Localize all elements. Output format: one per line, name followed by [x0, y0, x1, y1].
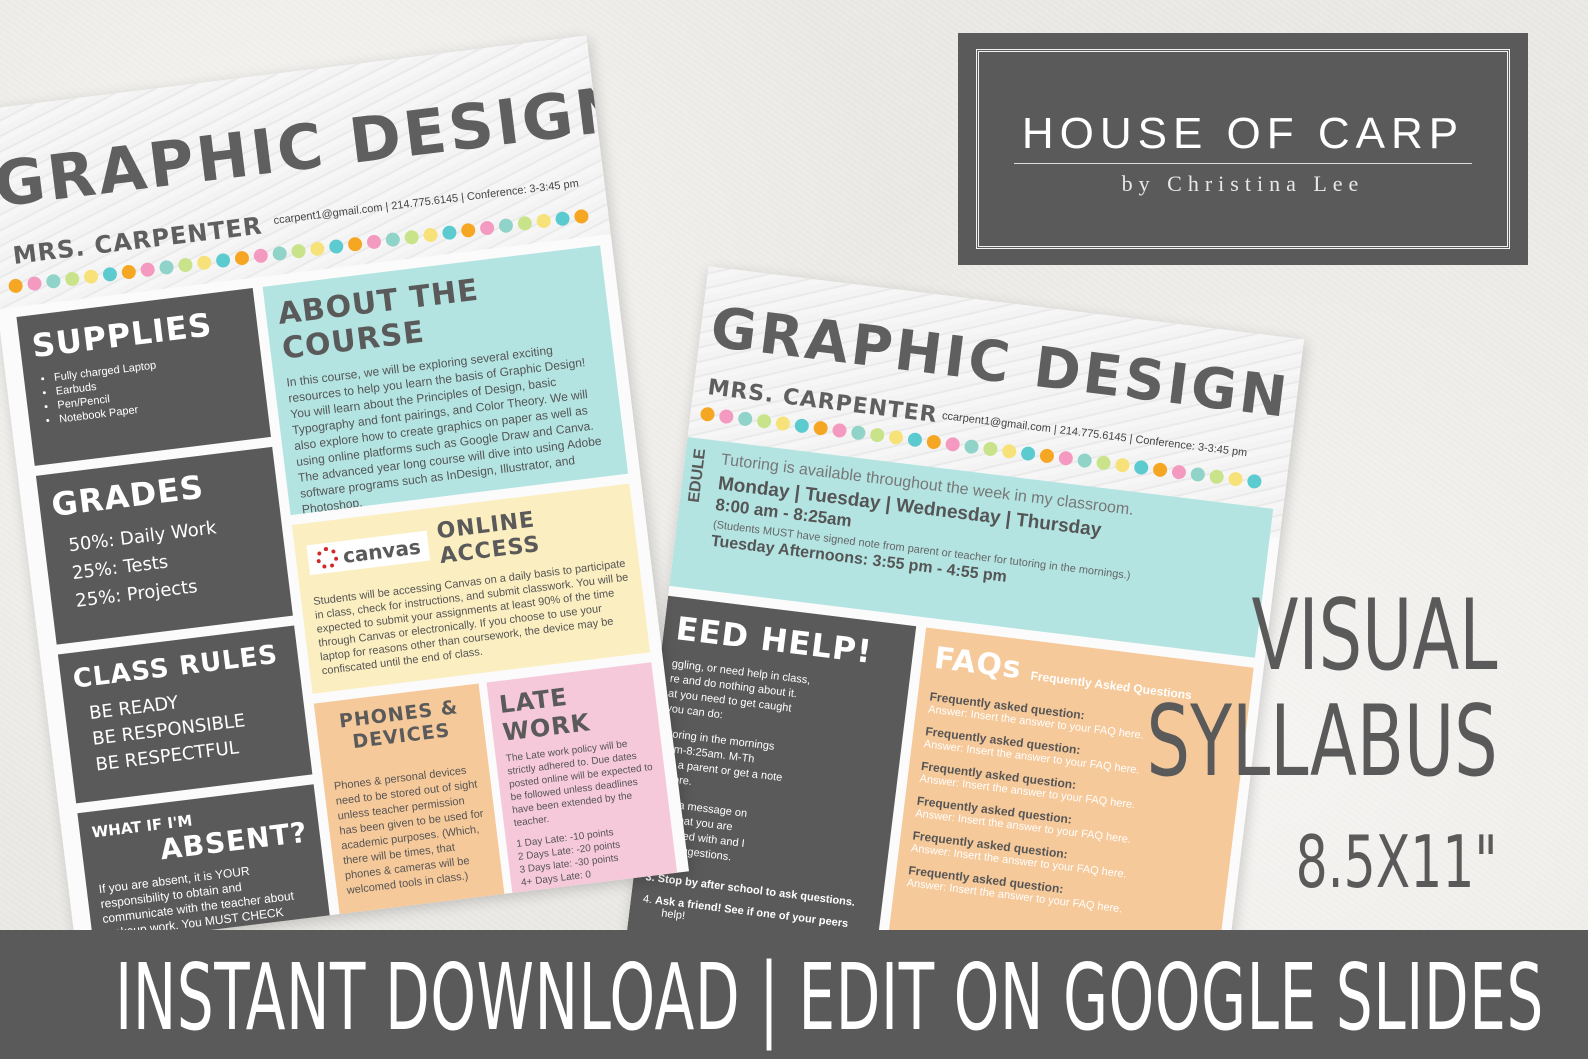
dot [1208, 468, 1225, 485]
dot [982, 441, 999, 457]
dot [1058, 450, 1074, 467]
dot [102, 266, 118, 283]
dot [963, 438, 980, 455]
dot [812, 420, 829, 436]
side-size: 8.5X11" [1296, 820, 1498, 904]
about-course-box: ABOUT THE COURSE In this course, we will… [262, 245, 629, 516]
dot [366, 234, 382, 250]
dot [422, 227, 439, 243]
bottom-banner: INSTANT DOWNLOAD | EDIT ON GOOGLE SLIDES [0, 930, 1588, 1059]
dot [793, 418, 810, 434]
dot [699, 406, 716, 423]
dot [121, 264, 137, 280]
late-body: The Late work policy will be strictly ad… [505, 738, 654, 830]
absent-box: WHAT IF I'M ABSENT? If you are absent, i… [77, 784, 336, 947]
canvas-icon [314, 545, 340, 571]
dot [756, 413, 772, 429]
dot [234, 250, 250, 266]
side-visual: VISUAL [1251, 579, 1498, 693]
schedule-tab: EDULE [685, 447, 710, 504]
dot [26, 275, 43, 292]
brand-byline: by Christina Lee [1121, 171, 1365, 196]
online-heading: ONLINE ACCESS [435, 507, 542, 570]
late-heading: LATE WORK [497, 682, 592, 747]
syllabus-page-front: GRAPHIC DESIGN MRS. CARPENTER ccarpent1@… [0, 35, 690, 947]
dot [944, 436, 961, 453]
dot [1133, 459, 1150, 476]
dot [7, 278, 24, 294]
about-body: In this course, we will be exploring sev… [285, 342, 603, 516]
dot [1227, 471, 1244, 487]
supplies-box: SUPPLIES Fully charged Laptop Earbuds Pe… [16, 288, 271, 466]
dot [64, 271, 81, 287]
dot [907, 431, 923, 448]
dot [460, 222, 477, 239]
dot [45, 273, 62, 290]
dot [1076, 452, 1093, 469]
dot [1152, 462, 1168, 478]
brand-divider [1014, 163, 1472, 164]
dot [385, 231, 401, 248]
class-rules-list: BE READY BE RESPONSIBLE BE RESPECTFUL [76, 677, 298, 780]
dot [328, 238, 345, 255]
dot [1190, 466, 1206, 483]
dot [869, 427, 886, 443]
dot [196, 254, 213, 271]
dot [850, 424, 867, 441]
dot [347, 236, 363, 253]
brand-name: HOUSE OF CARP [1021, 109, 1465, 158]
dot [479, 220, 495, 236]
dot [253, 247, 269, 264]
dot [1171, 464, 1187, 480]
brand-logo: HOUSE OF CARP by Christina Lee [958, 33, 1528, 265]
dot [1114, 457, 1131, 473]
dot [158, 259, 175, 276]
phones-heading: PHONES & DEVICES [337, 696, 460, 754]
dot [177, 257, 194, 273]
dot [1039, 448, 1055, 464]
class-rules-box: CLASS RULES BE READY BE RESPONSIBLE BE R… [57, 625, 313, 804]
dot [309, 241, 326, 257]
dot [888, 429, 904, 446]
grades-box: GRADES 50%: Daily Work 25%: Tests 25%: P… [35, 446, 293, 645]
dot [718, 408, 735, 425]
dot [1020, 445, 1036, 462]
dot [271, 245, 288, 262]
dot [83, 268, 99, 285]
dot [926, 434, 942, 450]
dot [573, 208, 590, 225]
dot [737, 411, 754, 427]
dot [498, 217, 514, 234]
dot [775, 415, 791, 432]
dot [139, 261, 156, 278]
dot [517, 215, 533, 232]
dot [215, 252, 231, 269]
grades-list: 50%: Daily Work 25%: Tests 25%: Projects [55, 508, 278, 617]
phones-box: PHONES & DEVICES Phones & personal devic… [313, 683, 511, 947]
dot [1095, 455, 1112, 471]
dot [831, 422, 848, 439]
faq-heading: FAQs [932, 640, 1024, 687]
side-syllabus: SYLLABUS [1146, 685, 1498, 799]
canvas-logo: canvas [306, 530, 431, 576]
dot [535, 213, 552, 229]
phones-body: Phones & personal devices need to be sto… [333, 764, 485, 898]
dot [1001, 443, 1018, 460]
dot [441, 224, 458, 241]
online-access-box: canvas ONLINE ACCESS Students will be ac… [291, 483, 651, 694]
dot [403, 229, 420, 246]
dot [290, 243, 307, 259]
dot [554, 210, 571, 227]
banner-text: INSTANT DOWNLOAD | EDIT ON GOOGLE SLIDES [115, 944, 1544, 1051]
dot [1246, 473, 1263, 490]
canvas-logo-text: canvas [341, 534, 422, 568]
